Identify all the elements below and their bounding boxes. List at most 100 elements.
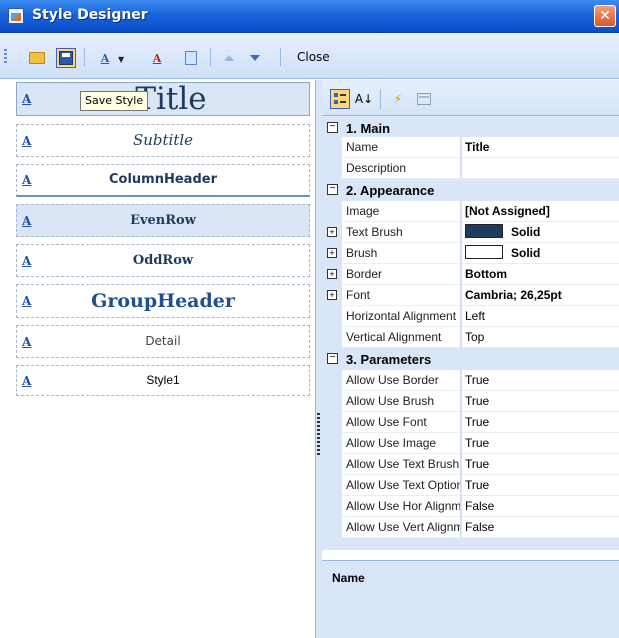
- property-value[interactable]: [462, 158, 619, 179]
- toolbar: A ▼ A Close: [0, 33, 619, 79]
- close-window-button[interactable]: ✕: [594, 5, 616, 27]
- style-label: Subtitle: [132, 131, 194, 149]
- property-value[interactable]: Cambria; 26,25pt: [462, 285, 619, 306]
- property-row-allow-use-text-options[interactable]: Allow Use Text Options True: [322, 475, 619, 496]
- property-row-allow-use-hor-alignment[interactable]: Allow Use Hor Alignment False: [322, 496, 619, 517]
- property-value[interactable]: Solid: [462, 243, 619, 264]
- property-row-brush[interactable]: + Brush Solid: [322, 243, 619, 264]
- expand-icon[interactable]: +: [327, 227, 337, 237]
- color-swatch: [465, 245, 503, 260]
- property-value[interactable]: Bottom: [462, 264, 619, 285]
- property-row-border[interactable]: + Border Bottom: [322, 264, 619, 285]
- category-label: 2. Appearance: [346, 183, 435, 198]
- property-value[interactable]: False: [462, 517, 619, 538]
- property-value[interactable]: Top: [462, 327, 619, 348]
- delete-style-icon[interactable]: A: [148, 49, 166, 67]
- style-item-groupheader[interactable]: A GroupHeader: [16, 284, 310, 318]
- property-name: Allow Use Vert Alignment: [342, 517, 461, 538]
- open-folder-icon[interactable]: [28, 49, 46, 67]
- property-row-vertical-alignment[interactable]: Vertical Alignment Top: [322, 327, 619, 348]
- property-pages-icon[interactable]: [414, 89, 434, 109]
- alphabetical-sort-icon[interactable]: A↓: [354, 89, 374, 109]
- property-value[interactable]: True: [462, 475, 619, 496]
- style-label: OddRow: [132, 253, 194, 268]
- property-value[interactable]: True: [462, 454, 619, 475]
- title-bar: Style Designer ✕: [0, 0, 619, 33]
- property-row-description[interactable]: Description: [322, 158, 619, 179]
- property-value[interactable]: True: [462, 370, 619, 391]
- property-row-name[interactable]: Name Title: [322, 137, 619, 158]
- close-button[interactable]: Close: [297, 50, 330, 64]
- add-style-icon[interactable]: A: [96, 49, 114, 67]
- style-item-title[interactable]: A Title: [16, 82, 310, 116]
- property-name: Allow Use Font: [342, 412, 461, 433]
- category-appearance[interactable]: − 2. Appearance: [322, 180, 619, 201]
- property-name: Allow Use Border: [342, 370, 461, 391]
- property-value[interactable]: [Not Assigned]: [462, 201, 619, 222]
- description-pane: Name: [322, 560, 619, 638]
- window-title: Style Designer: [32, 7, 148, 23]
- property-name: Horizontal Alignment: [342, 306, 461, 327]
- toolbar-separator: [380, 89, 381, 109]
- property-row-allow-use-vert-alignment[interactable]: Allow Use Vert Alignment False: [322, 517, 619, 538]
- expand-icon[interactable]: +: [327, 248, 337, 258]
- move-up-icon[interactable]: [220, 49, 238, 67]
- property-value[interactable]: True: [462, 433, 619, 454]
- property-name: Brush: [342, 243, 461, 264]
- style-label: EvenRow: [130, 213, 196, 228]
- style-item-detail[interactable]: A Detail: [16, 325, 310, 358]
- property-row-allow-use-border[interactable]: Allow Use Border True: [322, 370, 619, 391]
- property-row-horizontal-alignment[interactable]: Horizontal Alignment Left: [322, 306, 619, 327]
- property-row-text-brush[interactable]: + Text Brush Solid: [322, 222, 619, 243]
- property-row-allow-use-text-brush[interactable]: Allow Use Text Brush True: [322, 454, 619, 475]
- toolbar-grip[interactable]: [4, 49, 7, 63]
- property-row-allow-use-image[interactable]: Allow Use Image True: [322, 433, 619, 454]
- events-icon[interactable]: ⚡: [388, 89, 408, 109]
- property-name: Image: [342, 201, 461, 222]
- property-name: Allow Use Text Options: [342, 475, 461, 496]
- move-down-icon[interactable]: [246, 49, 264, 67]
- style-list: A Title A Subtitle A ColumnHeader A Even…: [0, 80, 316, 638]
- property-value[interactable]: Title: [462, 137, 619, 158]
- property-name: Allow Use Image: [342, 433, 461, 454]
- collapse-icon[interactable]: −: [327, 122, 338, 133]
- property-name: Allow Use Text Brush: [342, 454, 461, 475]
- save-icon[interactable]: [56, 48, 76, 68]
- splitter-grip[interactable]: [317, 413, 320, 457]
- property-name: Allow Use Brush: [342, 391, 461, 412]
- style-item-oddrow[interactable]: A OddRow: [16, 244, 310, 277]
- category-parameters[interactable]: − 3. Parameters: [322, 349, 619, 370]
- property-value[interactable]: Left: [462, 306, 619, 327]
- category-main[interactable]: − 1. Main: [322, 118, 619, 139]
- property-row-image[interactable]: Image [Not Assigned]: [322, 201, 619, 222]
- style-item-subtitle[interactable]: A Subtitle: [16, 124, 310, 157]
- style-item-evenrow[interactable]: A EvenRow: [16, 204, 310, 237]
- property-value[interactable]: True: [462, 391, 619, 412]
- expand-icon[interactable]: +: [327, 269, 337, 279]
- property-value[interactable]: False: [462, 496, 619, 517]
- expand-icon[interactable]: +: [327, 290, 337, 300]
- property-value[interactable]: Solid: [462, 222, 619, 243]
- property-row-allow-use-font[interactable]: Allow Use Font True: [322, 412, 619, 433]
- toolbar-separator: [210, 48, 211, 66]
- toolbar-separator: [280, 48, 281, 66]
- style-item-style1[interactable]: A Style1: [16, 365, 310, 396]
- property-name: Name: [342, 137, 461, 158]
- property-name: Border: [342, 264, 461, 285]
- collapse-icon[interactable]: −: [327, 353, 338, 364]
- add-style-dropdown-icon[interactable]: ▼: [118, 55, 124, 64]
- property-row-allow-use-brush[interactable]: Allow Use Brush True: [322, 391, 619, 412]
- description-title: Name: [332, 571, 365, 585]
- save-style-tooltip: Save Style: [80, 91, 149, 111]
- categorized-view-icon[interactable]: [330, 89, 350, 109]
- style-designer-icon: [8, 8, 24, 24]
- property-name: Allow Use Hor Alignment: [342, 496, 461, 517]
- category-label: 1. Main: [346, 121, 391, 136]
- collapse-icon[interactable]: −: [327, 184, 338, 195]
- style-label: Style1: [146, 373, 180, 387]
- property-value[interactable]: True: [462, 412, 619, 433]
- copy-icon[interactable]: [182, 49, 200, 67]
- property-row-font[interactable]: + Font Cambria; 26,25pt: [322, 285, 619, 306]
- property-name: Font: [342, 285, 461, 306]
- style-item-columnheader[interactable]: A ColumnHeader: [16, 164, 310, 197]
